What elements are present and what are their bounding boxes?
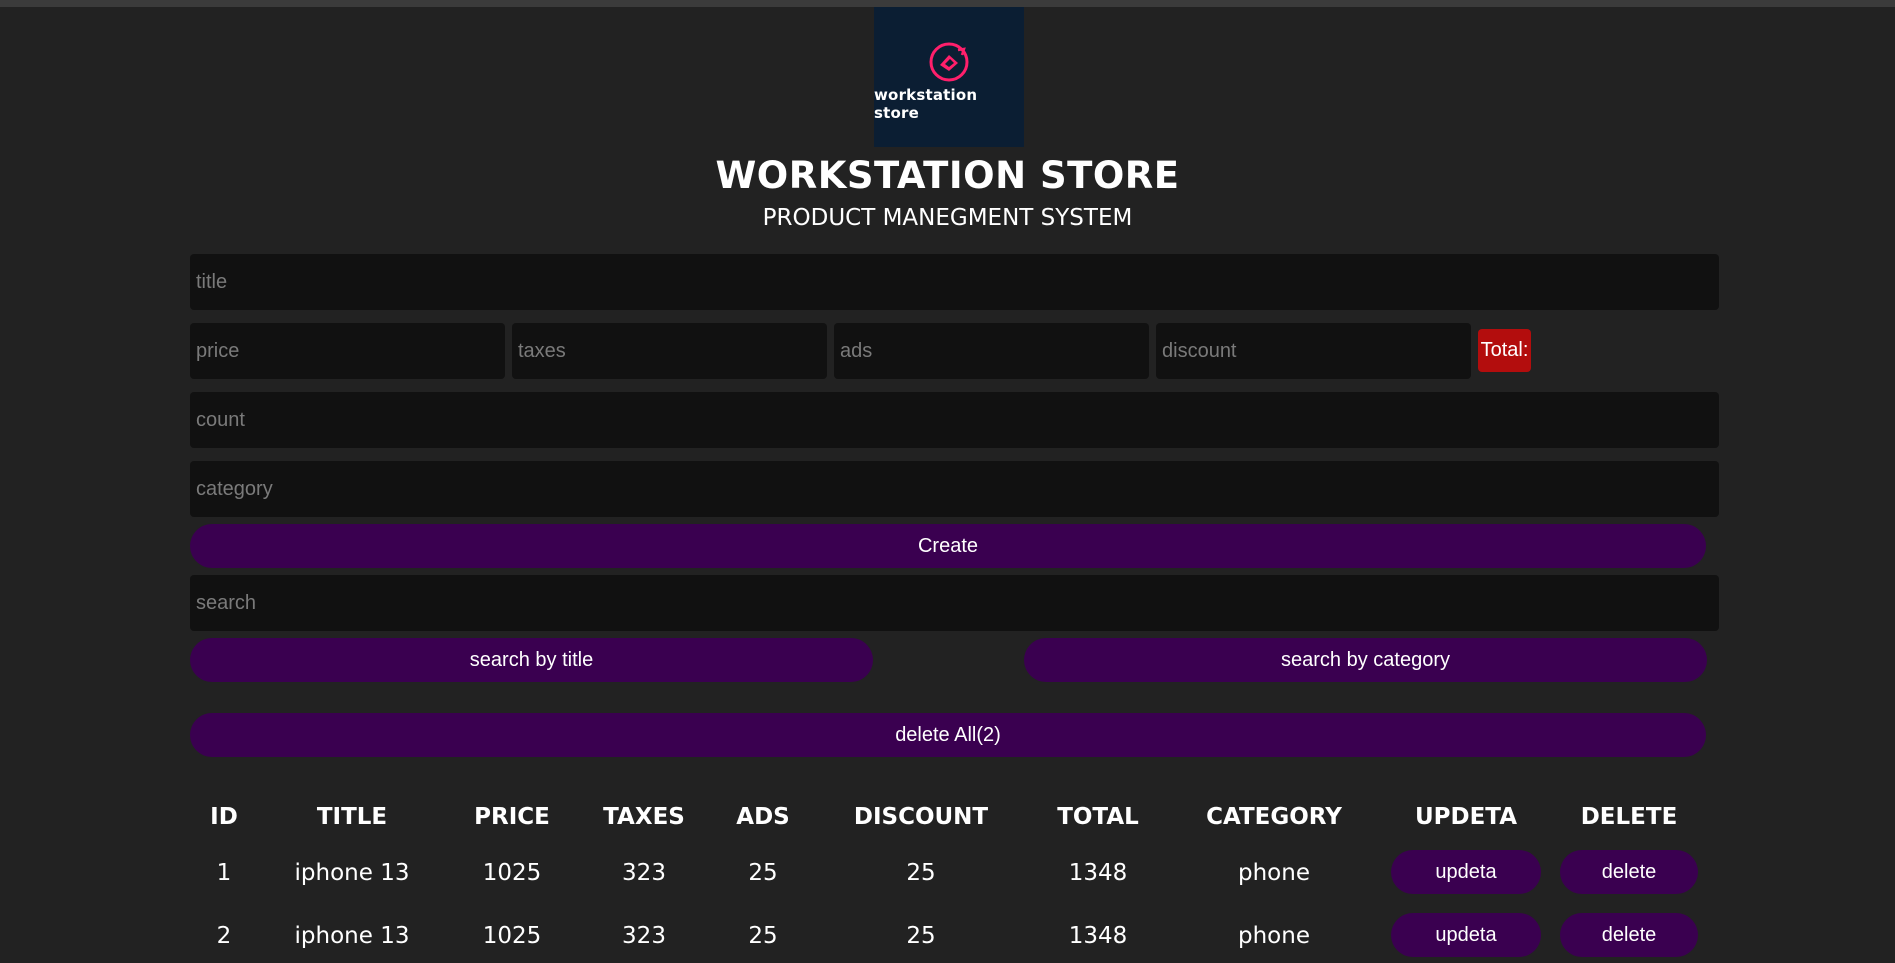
delete-all-button[interactable]: delete All(2) [190,713,1706,757]
total-display: Total: [1478,329,1531,372]
header-id: ID [210,804,238,830]
update-button[interactable]: updeta [1391,850,1541,894]
title-input[interactable] [190,254,1719,310]
table-header: ID TITLE PRICE TAXES ADS DISCOUNT TOTAL … [0,797,1895,837]
cell-title: iphone 13 [294,860,410,886]
cell-id: 2 [216,923,232,949]
delete-button[interactable]: delete [1560,913,1698,957]
cell-taxes: 323 [622,860,666,886]
cell-total: 1348 [1068,923,1128,949]
search-input[interactable] [190,575,1719,631]
header-total: TOTAL [1057,804,1139,830]
header-discount: DISCOUNT [853,804,989,830]
create-button[interactable]: Create [190,524,1706,568]
cell-discount: 25 [906,923,936,949]
table-row: 1 iphone 13 1025 323 25 25 1348 phone up… [0,850,1895,894]
header-category: CATEGORY [1206,804,1342,830]
header-taxes: TAXES [603,804,685,830]
search-by-category-button[interactable]: search by category [1024,638,1707,682]
header-update: UPDETA [1414,804,1518,830]
cell-ads: 25 [748,923,778,949]
cell-ads: 25 [748,860,778,886]
cell-price: 1025 [482,860,542,886]
taxes-input[interactable] [512,323,827,379]
discount-input[interactable] [1156,323,1471,379]
cell-category: phone [1238,923,1310,949]
search-by-title-button[interactable]: search by title [190,638,873,682]
delete-button[interactable]: delete [1560,850,1698,894]
cell-price: 1025 [482,923,542,949]
store-logo-icon [929,42,969,82]
ads-input[interactable] [834,323,1149,379]
page-title: WORKSTATION STORE [715,154,1180,197]
browser-top-strip [0,0,1895,7]
header-delete: DELETE [1580,804,1678,830]
category-input[interactable] [190,461,1719,517]
update-button[interactable]: updeta [1391,913,1541,957]
count-input[interactable] [190,392,1719,448]
header-price: PRICE [474,804,550,830]
header-ads: ADS [736,804,790,830]
store-logo: workstation store [874,7,1024,147]
cell-taxes: 323 [622,923,666,949]
table-row: 2 iphone 13 1025 323 25 25 1348 phone up… [0,913,1895,957]
cell-total: 1348 [1068,860,1128,886]
cell-category: phone [1238,860,1310,886]
cell-id: 1 [216,860,232,886]
logo-text: workstation store [874,86,978,122]
page-subtitle: PRODUCT MANEGMENT SYSTEM [762,205,1133,231]
cell-discount: 25 [906,860,936,886]
header-title: TITLE [316,804,388,830]
cell-title: iphone 13 [294,923,410,949]
price-input[interactable] [190,323,505,379]
